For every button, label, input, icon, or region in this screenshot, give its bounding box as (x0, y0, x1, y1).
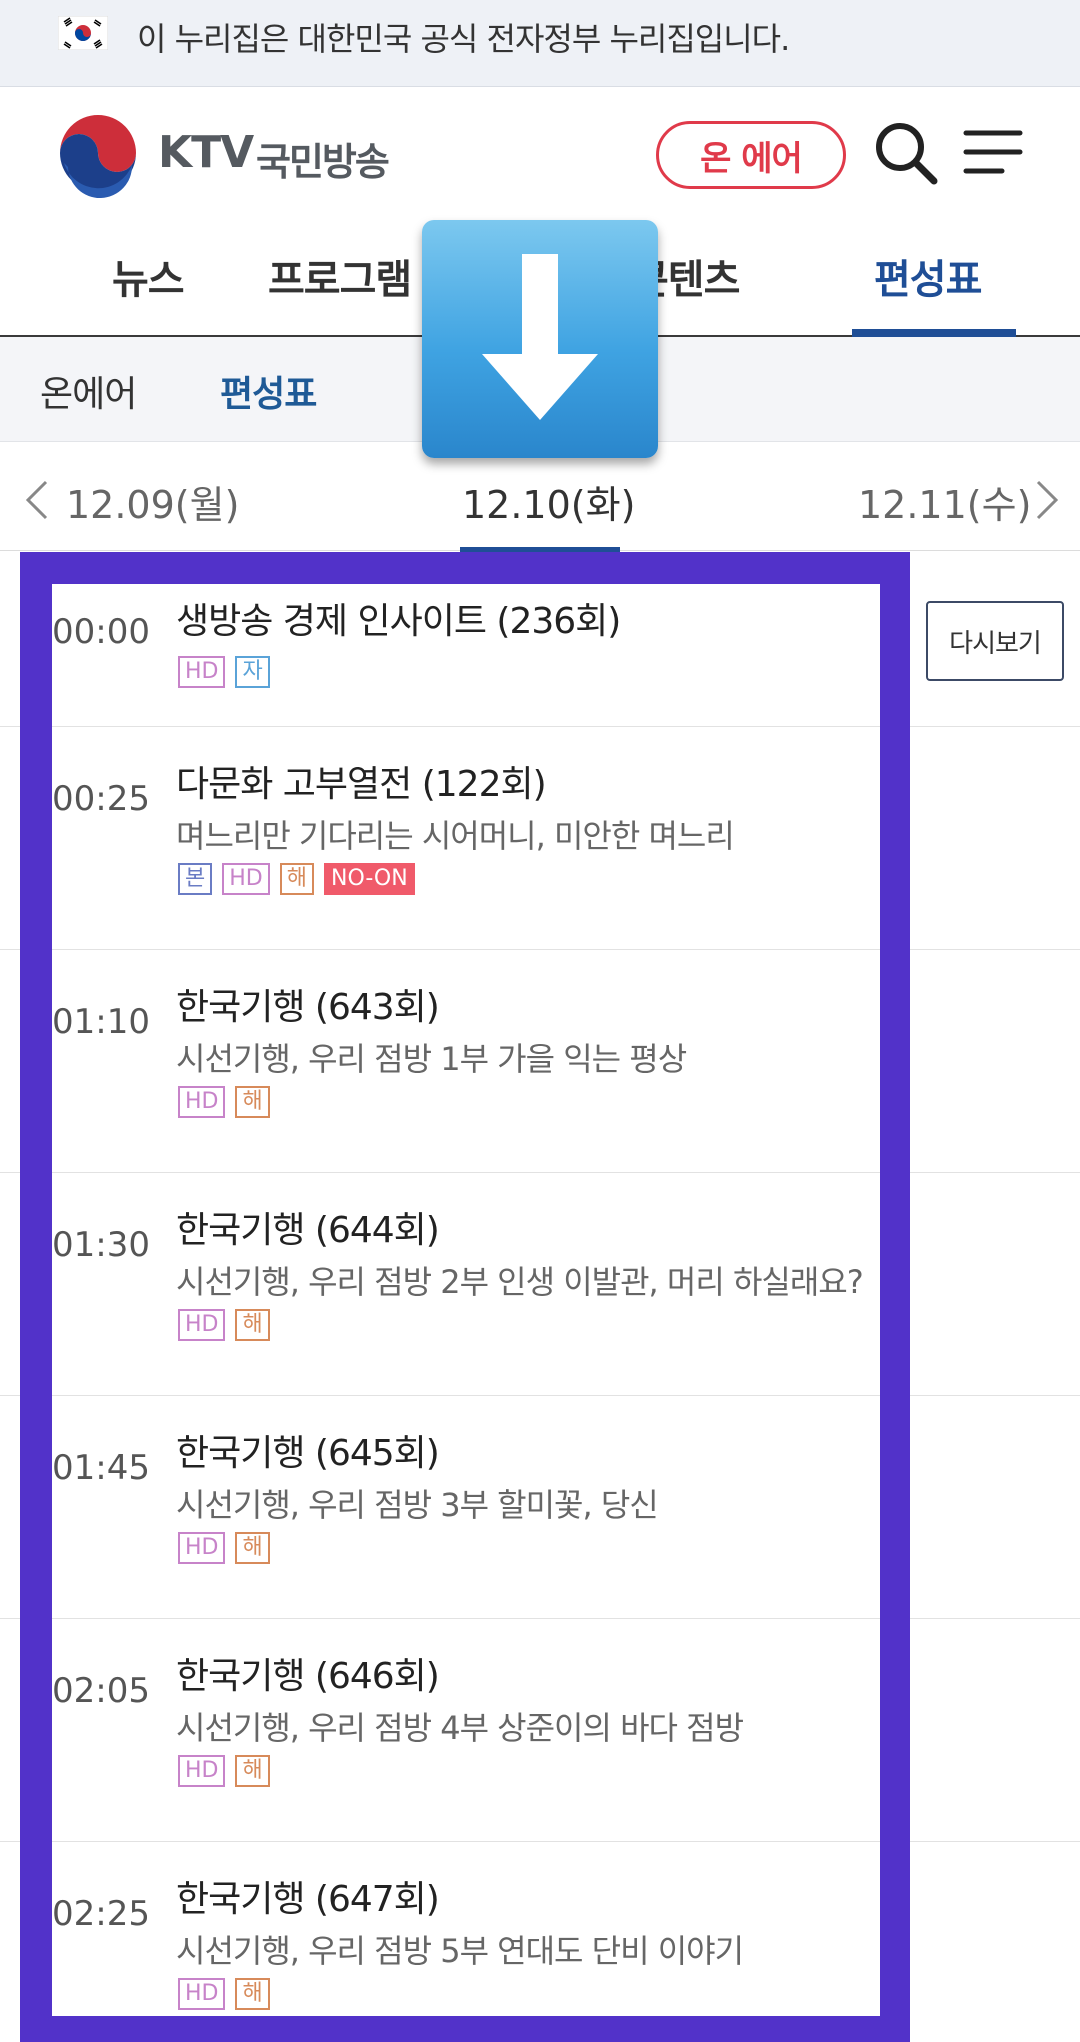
program-time: 01:30 (52, 1225, 150, 1265)
program-title[interactable]: 생방송 경제 인사이트 (236회) (176, 592, 621, 644)
date-prev[interactable]: 12.09(월) (66, 474, 239, 529)
tag-commentary: 해 (235, 1086, 270, 1118)
program-desc: 시선기행, 우리 점방 3부 할미꽃, 당신 (176, 1486, 659, 1524)
schedule-row[interactable]: 01:10 한국기행 (643회) 시선기행, 우리 점방 1부 가을 익는 평… (52, 950, 880, 1173)
program-desc: 시선기행, 우리 점방 2부 인생 이발관, 머리 하실래요? (176, 1263, 864, 1301)
program-time: 02:05 (52, 1671, 150, 1711)
program-tags: HD 해 (178, 1309, 270, 1341)
program-desc: 며느리만 기다리는 시어머니, 미안한 며느리 (176, 817, 735, 855)
program-title[interactable]: 한국기행 (646회) (176, 1647, 440, 1699)
program-title[interactable]: 한국기행 (647회) (176, 1870, 440, 1922)
program-tags: HD 해 (178, 1755, 270, 1787)
tag-no-on: NO-ON (323, 863, 415, 895)
schedule-list: 00:00 생방송 경제 인사이트 (236회) HD 자 00:25 다문화 … (52, 584, 880, 2016)
tag-commentary: 해 (235, 1309, 270, 1341)
korea-flag-icon (58, 16, 108, 50)
program-time: 00:25 (52, 779, 150, 819)
tag-hd: HD (178, 656, 226, 688)
program-time: 02:25 (52, 1894, 150, 1934)
tag-hd: HD (178, 1755, 226, 1787)
gov-banner: 이 누리집은 대한민국 공식 전자정부 누리집입니다. (0, 0, 1080, 87)
schedule-row[interactable]: 02:05 한국기행 (646회) 시선기행, 우리 점방 4부 상준이의 바다… (52, 1619, 880, 1842)
search-icon[interactable] (872, 119, 938, 185)
program-tags: HD 해 (178, 1086, 270, 1118)
onair-button[interactable]: 온 에어 (656, 121, 846, 189)
program-tags: HD 자 (178, 656, 270, 688)
program-title[interactable]: 한국기행 (644회) (176, 1201, 440, 1253)
ktv-logo-icon[interactable] (54, 113, 142, 201)
schedule-row[interactable]: 02:25 한국기행 (647회) 시선기행, 우리 점방 5부 연대도 단비 … (52, 1842, 880, 2016)
program-time: 00:00 (52, 612, 150, 652)
program-time: 01:45 (52, 1448, 150, 1488)
tag-hd: HD (178, 1086, 226, 1118)
tag-commentary: 해 (235, 1755, 270, 1787)
tag-hd: HD (222, 863, 270, 895)
chevron-left-icon[interactable] (22, 478, 52, 522)
program-desc: 시선기행, 우리 점방 5부 연대도 단비 이야기 (176, 1932, 744, 1970)
tag-hd: HD (178, 1309, 226, 1341)
program-time: 01:10 (52, 1002, 150, 1042)
chevron-right-icon[interactable] (1032, 478, 1062, 522)
sub-nav-schedule[interactable]: 편성표 (220, 365, 317, 417)
program-title[interactable]: 한국기행 (645회) (176, 1424, 440, 1476)
date-next[interactable]: 12.11(수) (858, 474, 1031, 529)
down-arrow-glyph (482, 254, 598, 420)
tag-hd: HD (178, 1532, 226, 1564)
program-tags: HD 해 (178, 1978, 270, 2010)
tag-original: 본 (178, 863, 213, 895)
gov-banner-text: 이 누리집은 대한민국 공식 전자정부 누리집입니다. (137, 20, 790, 58)
tag-hd: HD (178, 1978, 226, 2010)
date-current[interactable]: 12.10(화) (462, 474, 635, 529)
logo-name-text[interactable]: 국민방송 (256, 131, 390, 186)
program-title[interactable]: 다문화 고부열전 (122회) (176, 755, 547, 807)
nav-item-schedule[interactable]: 편성표 (874, 247, 982, 305)
nav-active-indicator (852, 329, 1016, 337)
rewatch-button[interactable]: 다시보기 (926, 601, 1064, 681)
tag-subtitle: 자 (235, 656, 270, 688)
schedule-row[interactable]: 01:30 한국기행 (644회) 시선기행, 우리 점방 2부 인생 이발관,… (52, 1173, 880, 1396)
program-tags: 본 HD 해 NO-ON (178, 863, 415, 895)
program-desc: 시선기행, 우리 점방 1부 가을 익는 평상 (176, 1040, 687, 1078)
logo-ktv-text[interactable]: KTV (158, 127, 254, 178)
schedule-row[interactable]: 00:00 생방송 경제 인사이트 (236회) HD 자 (52, 584, 880, 727)
nav-item-program[interactable]: 프로그램 (268, 247, 412, 305)
scroll-down-arrow-icon[interactable] (422, 220, 658, 458)
program-desc: 시선기행, 우리 점방 4부 상준이의 바다 점방 (176, 1709, 744, 1747)
tag-commentary: 해 (279, 863, 314, 895)
program-title[interactable]: 한국기행 (643회) (176, 978, 440, 1030)
schedule-row[interactable]: 00:25 다문화 고부열전 (122회) 며느리만 기다리는 시어머니, 미안… (52, 727, 880, 950)
schedule-row[interactable]: 01:45 한국기행 (645회) 시선기행, 우리 점방 3부 할미꽃, 당신… (52, 1396, 880, 1619)
date-bar: 12.09(월) 12.10(화) 12.11(수) (0, 442, 1080, 552)
site-header: KTV 국민방송 온 에어 (0, 87, 1080, 227)
sub-nav-onair[interactable]: 온에어 (40, 365, 137, 417)
nav-item-news[interactable]: 뉴스 (112, 247, 185, 305)
hamburger-menu-icon[interactable] (962, 127, 1024, 177)
program-tags: HD 해 (178, 1532, 270, 1564)
tag-commentary: 해 (235, 1532, 270, 1564)
tag-commentary: 해 (235, 1978, 270, 2010)
